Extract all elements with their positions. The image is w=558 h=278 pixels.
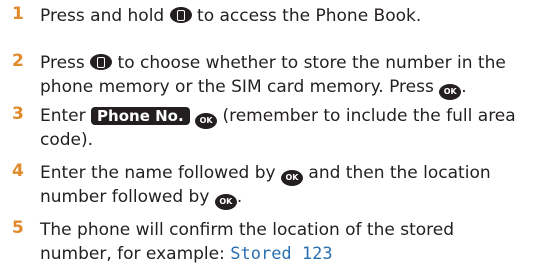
step-line: Enter Phone No. OK (remember to include … [40, 104, 554, 129]
display-readout: Stored 123 [230, 244, 333, 264]
text-segment: Enter [40, 106, 92, 126]
step-line: Press and hold to access the Phone Book. [40, 4, 554, 28]
step-text: Press and hold to access the Phone Book. [40, 4, 554, 28]
step-line: number followed by OK. [40, 185, 554, 210]
text-segment: . [461, 77, 467, 97]
step-text: Enter the name followed by OK and then t… [40, 161, 554, 210]
ok-icon: OK [214, 194, 237, 210]
step-number: 1 [12, 4, 24, 24]
step-line: code). [40, 128, 554, 152]
text-segment: to access the Phone Book. [191, 6, 422, 26]
step-text: The phone will confirm the location of t… [40, 218, 554, 266]
text-segment: and then the location [303, 163, 491, 183]
step-number: 5 [12, 218, 24, 238]
text-segment: . [236, 187, 243, 207]
text-segment: code). [40, 130, 94, 150]
text-segment: number followed by [40, 187, 215, 207]
text-segment: phone memory or the SIM card memory. Pre… [40, 77, 440, 97]
step-text: Enter Phone No. OK (remember to include … [40, 104, 554, 152]
text-segment: Enter the name followed by [40, 163, 281, 183]
ok-icon: OK [439, 84, 462, 100]
phonebook-icon [169, 7, 192, 23]
step-line: number, for example: Stored 123 [40, 242, 554, 266]
ok-icon: OK [281, 170, 303, 186]
text-segment: (remember to include the full area [217, 106, 516, 126]
step-number: 2 [12, 51, 24, 71]
phone-no-softkey: Phone No. [91, 107, 190, 125]
text-segment: The phone will confirm the location of t… [40, 220, 455, 240]
step-line: phone memory or the SIM card memory. Pre… [40, 75, 554, 100]
navigation-icon [90, 54, 113, 70]
text-segment: number, for example: [40, 244, 231, 264]
step-line: The phone will confirm the location of t… [40, 218, 554, 242]
text-segment: Press and hold [40, 6, 170, 26]
step-line: Enter the name followed by OK and then t… [40, 161, 554, 186]
text-segment: to choose whether to store the number in… [112, 53, 506, 73]
step-text: Press to choose whether to store the num… [40, 51, 554, 100]
step-line: Press to choose whether to store the num… [40, 51, 554, 75]
text-segment: Press [40, 53, 91, 73]
step-number: 4 [12, 161, 24, 181]
ok-icon: OK [195, 113, 218, 129]
step-number: 3 [12, 104, 24, 124]
